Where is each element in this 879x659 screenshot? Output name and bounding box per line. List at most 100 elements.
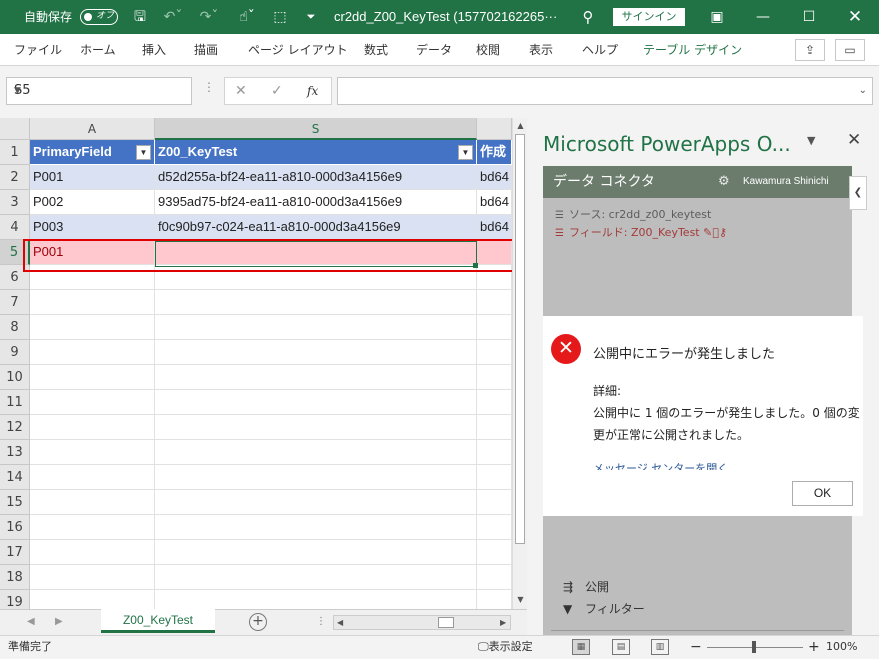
empty-cell[interactable] <box>30 290 155 315</box>
row-header[interactable]: 17 <box>0 540 30 565</box>
tab-home[interactable]: ホーム <box>80 34 116 66</box>
empty-cell[interactable] <box>477 415 512 440</box>
display-settings[interactable]: 🖵表示設定 <box>478 636 533 658</box>
spreadsheet-grid[interactable]: A S 1 2 3 4 5 6 7 8 9 10 11 12 13 14 15 16 17 18 19 Primar… <box>0 118 512 609</box>
customize-qat-icon[interactable]: ⏷ <box>304 0 318 34</box>
empty-cell[interactable] <box>155 590 477 609</box>
touch-mode-icon[interactable]: ☝ˇ <box>232 0 262 34</box>
tab-draw[interactable]: 描画 <box>194 34 218 66</box>
menu-publish[interactable]: ⇶ 公開 <box>563 578 609 595</box>
tab-help[interactable]: ヘルプ <box>582 34 618 66</box>
tab-split-grip-icon[interactable]: ⋮ <box>316 610 326 634</box>
empty-cell[interactable] <box>30 315 155 340</box>
zoom-slider-thumb[interactable] <box>752 641 756 653</box>
empty-cell[interactable] <box>155 540 477 565</box>
autosave-toggle[interactable]: オフ <box>80 9 118 25</box>
zoom-level[interactable]: 100% <box>826 636 857 658</box>
empty-cell[interactable] <box>30 365 155 390</box>
next-sheet-icon[interactable]: ▶ <box>55 610 63 634</box>
scroll-left-icon[interactable]: ◀ <box>337 616 343 629</box>
empty-cell[interactable] <box>155 515 477 540</box>
empty-cell[interactable] <box>30 390 155 415</box>
select-all-corner[interactable] <box>0 118 30 140</box>
tab-review[interactable]: 校閲 <box>476 34 500 66</box>
empty-cell[interactable] <box>155 315 477 340</box>
page-layout-view-icon[interactable]: ▤ <box>612 639 630 655</box>
table-header-cell[interactable]: Z00_KeyTest ▼ <box>155 140 477 165</box>
row-header[interactable]: 11 <box>0 390 30 415</box>
pane-close-icon[interactable]: ✕ <box>847 130 861 150</box>
empty-cell[interactable] <box>155 565 477 590</box>
tab-page-layout[interactable]: ページ レイアウト <box>248 34 348 66</box>
row-header[interactable]: 14 <box>0 465 30 490</box>
row-header[interactable]: 19 <box>0 590 30 609</box>
table-cell[interactable]: 9395ad75-bf24-ea11-a810-000d3a4156e9 <box>155 190 477 215</box>
empty-cell[interactable] <box>30 465 155 490</box>
empty-cell[interactable] <box>155 390 477 415</box>
row-header[interactable]: 10 <box>0 365 30 390</box>
empty-cell[interactable] <box>155 490 477 515</box>
vertical-scrollbar[interactable]: ▲ ▼ <box>512 118 527 609</box>
row-header[interactable]: 1 <box>0 140 30 165</box>
minimize-icon[interactable]: — <box>740 0 786 34</box>
table-cell[interactable]: bd64 <box>477 190 512 215</box>
empty-cell[interactable] <box>30 515 155 540</box>
search-icon[interactable]: ⚲ <box>578 0 598 34</box>
row-header[interactable]: 13 <box>0 440 30 465</box>
sheet-tab[interactable]: Z00_KeyTest <box>101 609 215 633</box>
empty-cell[interactable] <box>155 440 477 465</box>
table-cell[interactable]: d52d255a-bf24-ea11-a810-000d3a4156e9 <box>155 165 477 190</box>
empty-cell[interactable] <box>30 415 155 440</box>
close-icon[interactable]: ✕ <box>832 0 878 34</box>
ribbon-display-icon[interactable]: ▣ <box>694 0 740 34</box>
table-header-cell[interactable]: 作成 <box>477 140 512 165</box>
tab-table-design[interactable]: テーブル デザイン <box>643 34 742 66</box>
table-cell[interactable]: P001 <box>30 165 155 190</box>
row-header[interactable]: 4 <box>0 215 30 240</box>
scroll-thumb[interactable] <box>515 134 525 544</box>
comments-icon[interactable]: ▭ <box>835 39 865 61</box>
cancel-icon[interactable]: ✕ <box>235 78 247 104</box>
row-header[interactable]: 9 <box>0 340 30 365</box>
collapse-pane-button[interactable]: ❮ <box>849 176 867 210</box>
table-cell[interactable]: P002 <box>30 190 155 215</box>
tab-data[interactable]: データ <box>416 34 452 66</box>
enter-icon[interactable]: ✓ <box>271 78 283 104</box>
normal-view-icon[interactable]: ▦ <box>572 639 590 655</box>
empty-cell[interactable] <box>477 465 512 490</box>
insert-function-icon[interactable]: fx <box>307 78 318 104</box>
add-sheet-button[interactable]: + <box>249 613 267 631</box>
empty-cell[interactable] <box>155 340 477 365</box>
empty-cell[interactable] <box>477 340 512 365</box>
tab-view[interactable]: 表示 <box>529 34 553 66</box>
h-scroll-thumb[interactable] <box>438 617 454 628</box>
empty-cell[interactable] <box>30 340 155 365</box>
scroll-right-icon[interactable]: ▶ <box>500 616 506 629</box>
empty-cell[interactable] <box>477 365 512 390</box>
empty-cell[interactable] <box>477 290 512 315</box>
empty-cell[interactable] <box>477 440 512 465</box>
empty-cell[interactable] <box>155 465 477 490</box>
undo-icon[interactable]: ↶ˇ <box>160 0 186 34</box>
column-header-s[interactable]: S <box>155 118 477 140</box>
row-header[interactable]: 8 <box>0 315 30 340</box>
row-header[interactable]: 16 <box>0 515 30 540</box>
empty-cell[interactable] <box>477 490 512 515</box>
empty-cell[interactable] <box>30 540 155 565</box>
row-header[interactable]: 18 <box>0 565 30 590</box>
column-header-t[interactable] <box>477 118 512 140</box>
empty-cell[interactable] <box>30 490 155 515</box>
expand-formula-icon[interactable]: ⌄ <box>859 78 867 104</box>
filter-dropdown-icon[interactable]: ▼ <box>136 145 151 160</box>
table-cell[interactable]: bd64 <box>477 215 512 240</box>
formula-input[interactable]: ⌄ <box>337 77 873 105</box>
tab-file[interactable]: ファイル <box>14 34 62 66</box>
column-header-a[interactable]: A <box>30 118 155 140</box>
horizontal-scrollbar[interactable]: ◀ ▶ <box>333 615 511 630</box>
table-cell[interactable]: f0c90b97-c024-ea11-a810-000d3a4156e9 <box>155 215 477 240</box>
table-cell[interactable]: P003 <box>30 215 155 240</box>
empty-cell[interactable] <box>477 515 512 540</box>
scroll-down-icon[interactable]: ▼ <box>513 593 528 607</box>
redo-icon[interactable]: ↷ˇ <box>196 0 222 34</box>
screenshot-icon[interactable]: ⬚ <box>270 0 290 34</box>
